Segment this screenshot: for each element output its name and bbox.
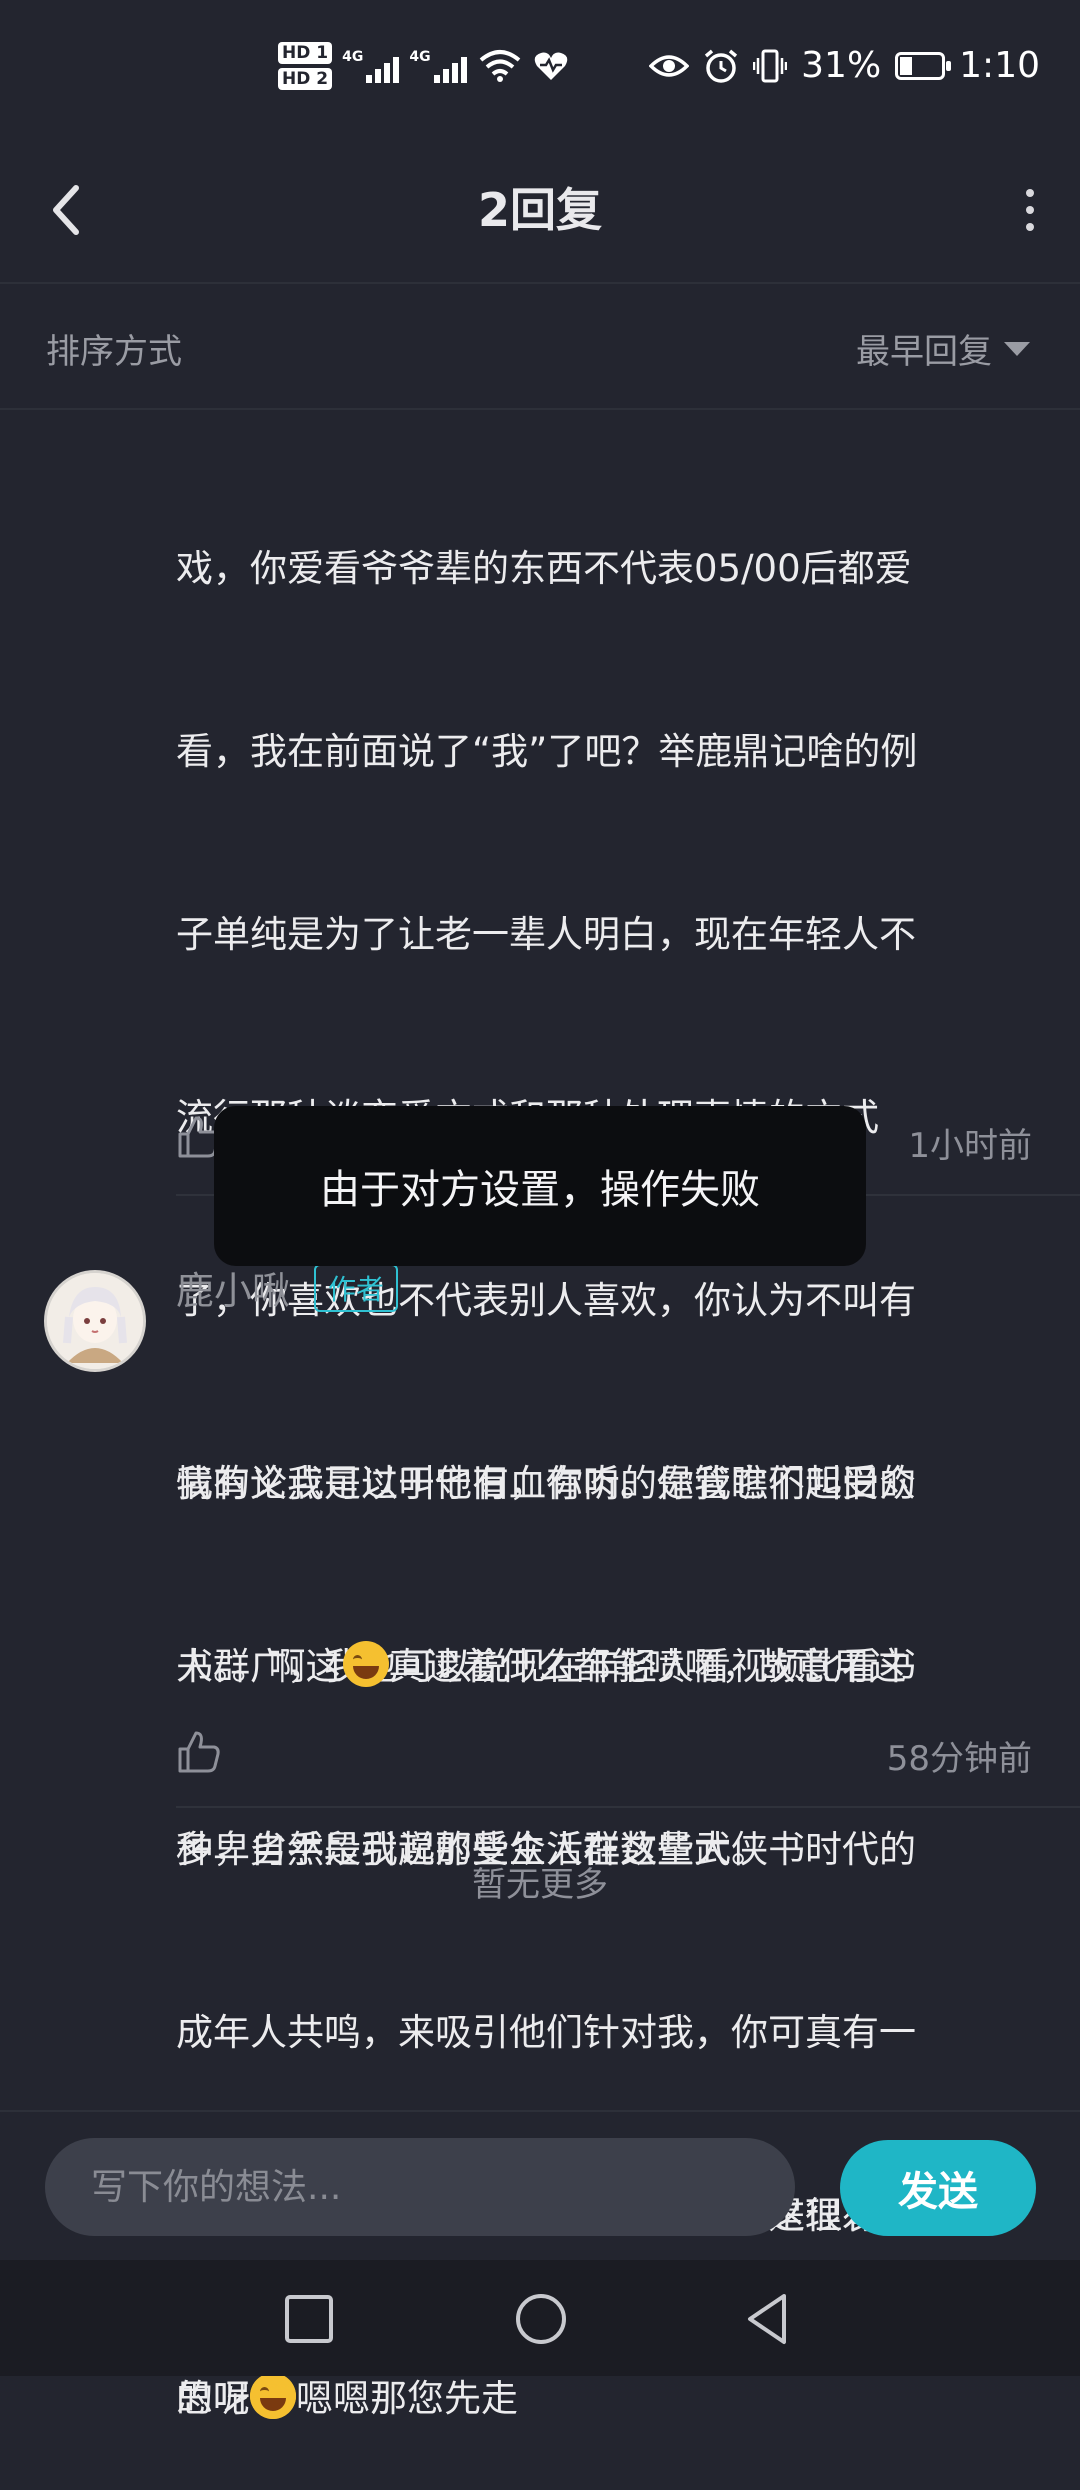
clock: 1:10: [959, 45, 1040, 86]
author-badge: 作者: [314, 1264, 399, 1312]
eye-icon: [649, 54, 690, 77]
laughing-tears-emoji: [250, 2373, 296, 2419]
status-left-icons: HD 1 HD 2 4G 4G: [278, 40, 569, 92]
page-title: 2回复: [477, 183, 602, 237]
avatar-illustration: [47, 1273, 143, 1369]
reply-input-bar: 发送: [0, 2110, 1080, 2262]
top-bar: 2回复: [0, 150, 1080, 284]
signal-2-icon: 4G: [409, 49, 467, 83]
comment-1-time: 1小时前: [908, 1126, 1032, 1166]
comment-2-text: 的呀: [176, 2377, 250, 2420]
circle-icon[interactable]: [508, 2286, 574, 2352]
net1-label: 4G: [342, 49, 364, 65]
comment-2-time: 58分钟前: [886, 1739, 1032, 1779]
comment-2-text: 书。。啊这: [176, 1645, 343, 1688]
caret-down-icon: [1004, 341, 1030, 356]
comment-2-line: 成年人共鸣，来吸引他们针对我，你可真有一: [176, 2011, 916, 2054]
thumbs-up-icon[interactable]: [176, 1729, 222, 1775]
sort-label: 排序方式: [46, 332, 182, 372]
comment-2-text: 真逮着什么都能喷啊，故意用这: [388, 1645, 907, 1688]
system-nav-bar: [0, 2260, 1080, 2376]
avatar[interactable]: [44, 1270, 146, 1372]
sort-dropdown[interactable]: 最早回复: [856, 324, 1030, 373]
net2-label: 4G: [409, 49, 431, 65]
send-button[interactable]: 发送: [840, 2140, 1036, 2236]
vibrate-icon: [753, 49, 788, 82]
triangle-back-icon[interactable]: [736, 2286, 802, 2352]
laughing-tears-emoji: [342, 1641, 389, 1687]
comment-1-line: 子单纯是为了让老一辈人明白，现在年轻人不: [176, 913, 916, 956]
health-heart-icon: [534, 52, 567, 80]
hd1-badge: HD 1: [278, 42, 333, 64]
battery-fill: [900, 56, 913, 75]
wifi-icon: [479, 50, 520, 82]
comment-1-line: 戏，你爱看爷爷辈的东西不代表05/00后都爱: [176, 547, 912, 590]
hd2-badge: HD 2: [278, 68, 333, 90]
comment-divider: [176, 1806, 1080, 1808]
reply-input[interactable]: [45, 2138, 795, 2236]
battery-percent: 31%: [801, 45, 882, 86]
sort-value-label: 最早回复: [856, 332, 992, 372]
no-more-text: 暂无更多: [472, 1865, 608, 1905]
comment-2-text: 嗯嗯那您先走: [296, 2377, 518, 2420]
comment-1-line: 了，你喜欢也不代表别人喜欢，你认为不叫有: [176, 1279, 916, 1322]
hd-indicators: HD 1 HD 2: [278, 40, 333, 92]
status-bar: HD 1 HD 2 4G 4G 31% 1:10: [0, 0, 1080, 150]
toast-message: 由于对方设置，操作失败: [214, 1106, 866, 1266]
alarm-icon: [705, 49, 738, 83]
battery-icon: [895, 51, 952, 80]
sort-bar: 排序方式 最早回复: [0, 284, 1080, 410]
more-vertical-icon[interactable]: [1010, 170, 1050, 250]
comment-1-line: 看，我在前面说了“我”了吧？举鹿鼎记啥的例: [176, 730, 918, 773]
author-name[interactable]: 鹿小啾: [176, 1260, 290, 1315]
comment-2-line: 书。。啊这 真逮着什么都能喷啊，故意用这: [176, 1636, 1036, 1697]
comment-2-line: 我的论点是过于守旧，你听的是我瞧不起旧的: [176, 1462, 916, 1505]
square-icon[interactable]: [276, 2286, 342, 2352]
signal-1-icon: 4G: [342, 49, 400, 83]
status-right-icons: 31% 1:10: [649, 45, 1040, 86]
comment-2-line: 的呀 嗯嗯那您先走: [176, 2368, 1036, 2429]
